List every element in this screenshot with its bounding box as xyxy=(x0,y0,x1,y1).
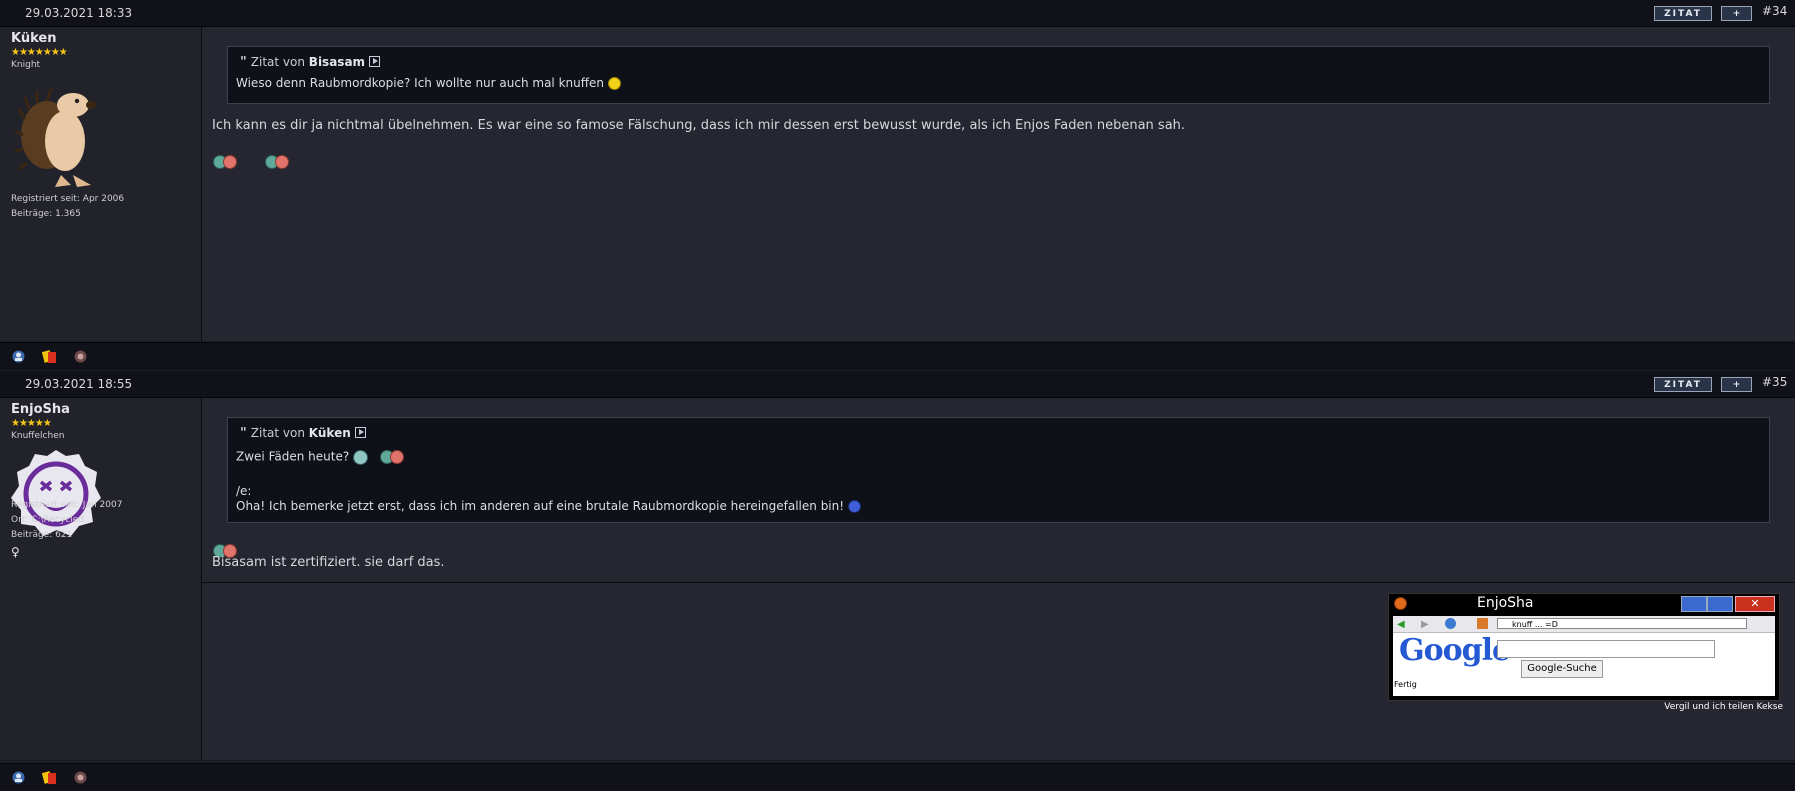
profile-icon[interactable] xyxy=(11,349,26,364)
post-footer xyxy=(0,763,1795,791)
smiley-yellow-icon xyxy=(607,77,621,90)
reload-icon xyxy=(1445,618,1456,629)
user-panel: EnjoSha ★★★★★ Knuffelchen Registriert se… xyxy=(0,398,202,760)
google-logo: Google xyxy=(1399,633,1511,668)
smiley-eyes-icon xyxy=(353,449,369,465)
sig-address-bar: knuff ... =D xyxy=(1497,618,1747,629)
user-location: Ort: C:\Recycled.. xyxy=(11,515,90,525)
report-icon[interactable] xyxy=(73,349,88,364)
sig-search-button: Google-Suche xyxy=(1521,660,1603,678)
quote-prefix: Zitat von xyxy=(250,55,305,69)
avatar[interactable] xyxy=(11,79,101,189)
quote-line-2: Oha! Ich bemerke jetzt erst, dass ich im… xyxy=(236,499,861,513)
smiley-row xyxy=(213,151,291,170)
post-body: Küken ★★★★★★★ Knight Registriert seit: A… xyxy=(0,27,1795,341)
quote-text: Oha! Ich bemerke jetzt erst, dass ich im… xyxy=(236,499,845,513)
quote-goto-arrow-icon[interactable] xyxy=(369,56,381,67)
quote-edit-marker: /e: xyxy=(236,484,252,498)
post-34: 29.03.2021 18:33 ZITAT + #34 Küken ★★★★★… xyxy=(0,0,1795,370)
quote-header: " Zitat von Küken xyxy=(240,426,366,441)
multiquote-button[interactable]: + xyxy=(1721,377,1752,392)
quote-text: Wieso denn Raubmordkopie? Ich wollte nur… xyxy=(236,76,604,90)
post-date: 29.03.2021 18:33 xyxy=(25,6,133,20)
yellow-card-icon[interactable] xyxy=(42,349,57,364)
username-link[interactable]: EnjoSha xyxy=(11,402,70,417)
multiquote-button[interactable]: + xyxy=(1721,6,1752,21)
sig-window-title: EnjoSha xyxy=(1477,595,1534,611)
signature-caption: Vergil und ich teilen Kekse xyxy=(1664,702,1783,712)
post-count: Beiträge: 1.365 xyxy=(11,209,81,219)
smiley-pair-icon xyxy=(265,154,291,170)
post-count: Beiträge: 621 xyxy=(11,530,73,540)
post-header: 29.03.2021 18:33 ZITAT + #34 xyxy=(0,0,1795,27)
close-icon: ✕ xyxy=(1735,596,1775,612)
post-number-link[interactable]: #34 xyxy=(1762,4,1787,18)
forward-arrow-icon: ▶ xyxy=(1421,619,1429,630)
smiley-pair-icon xyxy=(379,449,406,465)
post-date: 29.03.2021 18:55 xyxy=(25,377,133,391)
sig-status: Fertig xyxy=(1394,680,1417,689)
quote-line-1: Zwei Fäden heute? xyxy=(236,449,406,465)
quote-prefix: Zitat von xyxy=(250,426,305,440)
quote-text: Zwei Fäden heute? xyxy=(236,449,350,464)
post-35: 29.03.2021 18:55 ZITAT + #35 EnjoSha ★★★… xyxy=(0,371,1795,791)
quote-mark-icon: " xyxy=(240,426,247,441)
quote-button[interactable]: ZITAT xyxy=(1654,377,1712,392)
post-number-link[interactable]: #35 xyxy=(1762,375,1787,389)
home-icon xyxy=(1477,618,1488,629)
user-info: Registriert seit: Apr 2006 Beiträge: 1.3… xyxy=(11,192,124,222)
smiley-pair-icon xyxy=(213,154,239,170)
minimize-icon xyxy=(1681,596,1707,612)
quote-block: " Zitat von Bisasam Wieso denn Raubmordko… xyxy=(227,46,1770,104)
sig-toolbar: ◀ ▶ knuff ... =D xyxy=(1393,616,1775,633)
quote-text-row: Wieso denn Raubmordkopie? Ich wollte nur… xyxy=(236,76,621,90)
back-arrow-icon: ◀ xyxy=(1397,619,1405,630)
post-footer xyxy=(0,342,1795,370)
smiley-shocked-icon xyxy=(847,500,861,513)
post-message: Bisasam ist zertifiziert. sie darf das. xyxy=(212,555,445,570)
username-link[interactable]: Küken xyxy=(11,31,56,46)
quote-block: " Zitat von Küken Zwei Fäden heute? /e: O… xyxy=(227,417,1770,523)
quote-mark-icon: " xyxy=(240,55,247,70)
yellow-card-icon[interactable] xyxy=(42,770,57,785)
browser-logo-icon xyxy=(1394,597,1407,610)
user-rank: Knight xyxy=(11,60,41,70)
sig-titlebar: EnjoSha ✕ xyxy=(1389,594,1779,613)
registered-date: Registriert seit: Jan 2007 xyxy=(11,500,123,510)
gender-female-icon: ♀ xyxy=(11,545,20,559)
user-panel: Küken ★★★★★★★ Knight Registriert seit: A… xyxy=(0,27,202,341)
signature-image: EnjoSha ✕ ◀ ▶ knuff ... =D Google Google… xyxy=(1388,593,1780,701)
post-message: Ich kann es dir ja nichtmal übelnehmen. … xyxy=(212,118,1186,133)
registered-date: Registriert seit: Apr 2006 xyxy=(11,194,125,204)
signature-area: EnjoSha ✕ ◀ ▶ knuff ... =D Google Google… xyxy=(202,582,1795,761)
profile-icon[interactable] xyxy=(11,770,26,785)
post-header: 29.03.2021 18:55 ZITAT + #35 xyxy=(0,371,1795,398)
sig-browser-content: ◀ ▶ knuff ... =D Google Google-Suche Fer… xyxy=(1393,616,1775,696)
quote-button[interactable]: ZITAT xyxy=(1654,6,1712,21)
maximize-icon xyxy=(1707,596,1733,612)
quote-header: " Zitat von Bisasam xyxy=(240,55,381,70)
quote-author: Bisasam xyxy=(308,55,366,69)
quote-author: Küken xyxy=(308,426,351,440)
report-icon[interactable] xyxy=(73,770,88,785)
sig-search-box xyxy=(1497,640,1715,658)
quote-goto-arrow-icon[interactable] xyxy=(354,427,366,438)
rank-stars: ★★★★★ xyxy=(11,418,52,429)
rank-stars: ★★★★★★★ xyxy=(11,47,68,58)
user-rank: Knuffelchen xyxy=(11,431,65,441)
user-info: Registriert seit: Jan 2007 Ort: C:\Recyc… xyxy=(11,498,122,560)
post-body: EnjoSha ★★★★★ Knuffelchen Registriert se… xyxy=(0,398,1795,760)
